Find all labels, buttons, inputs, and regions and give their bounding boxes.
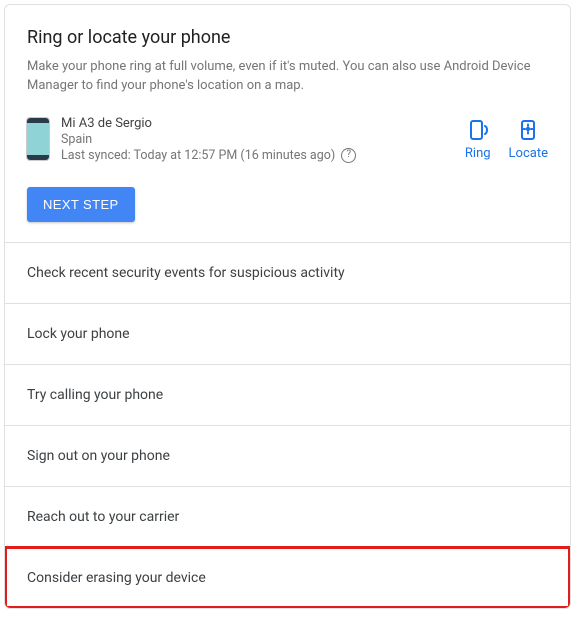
ring-label: Ring [465,146,491,161]
step-label: Lock your phone [27,326,130,342]
device-name: Mi A3 de Sergio [61,116,453,131]
main-step: Ring or locate your phone Make your phon… [5,5,570,242]
step-lock-phone[interactable]: Lock your phone [5,303,570,364]
step-label: Try calling your phone [27,387,163,403]
page-description: Make your phone ring at full volume, eve… [27,58,548,96]
step-label: Check recent security events for suspici… [27,265,345,281]
step-erase-device[interactable]: Consider erasing your device [5,547,570,608]
device-actions: Ring Locate [465,118,548,161]
step-carrier[interactable]: Reach out to your carrier [5,486,570,547]
device-sync-text: Last synced: Today at 12:57 PM (16 minut… [61,148,335,163]
step-label: Consider erasing your device [27,570,206,586]
locate-button[interactable]: Locate [509,118,548,161]
locate-phone-icon [516,118,540,142]
device-location: Spain [61,132,453,147]
help-icon[interactable]: ? [341,148,356,163]
locate-label: Locate [509,146,548,161]
next-step-button[interactable]: NEXT STEP [27,187,135,222]
step-security-events[interactable]: Check recent security events for suspici… [5,242,570,303]
step-label: Sign out on your phone [27,448,170,464]
ring-phone-icon [466,118,490,142]
step-call-phone[interactable]: Try calling your phone [5,364,570,425]
ring-button[interactable]: Ring [465,118,491,161]
step-label: Reach out to your carrier [27,509,179,525]
device-info: Mi A3 de Sergio Spain Last synced: Today… [61,116,453,163]
page-title: Ring or locate your phone [27,27,548,48]
device-sync: Last synced: Today at 12:57 PM (16 minut… [61,148,453,163]
phone-thumbnail-icon [27,118,49,160]
device-row: Mi A3 de Sergio Spain Last synced: Today… [27,116,548,163]
security-panel: Ring or locate your phone Make your phon… [4,4,571,609]
step-sign-out[interactable]: Sign out on your phone [5,425,570,486]
